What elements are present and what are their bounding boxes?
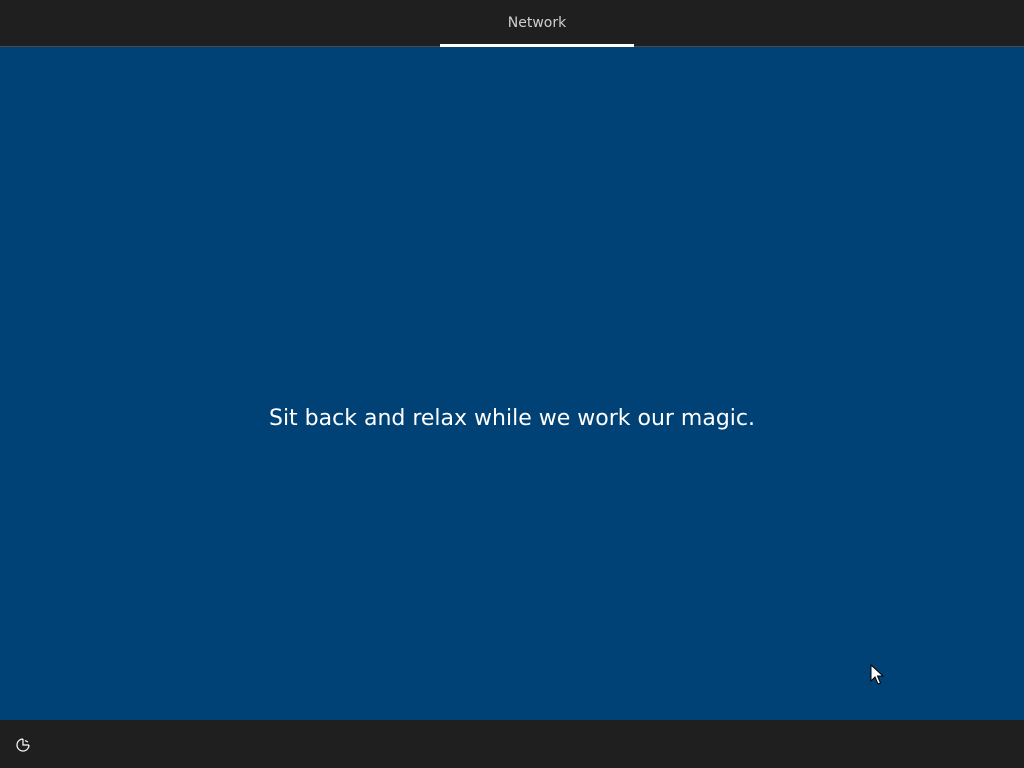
tab-network: Network <box>440 0 634 46</box>
status-message: Sit back and relax while we work our mag… <box>268 406 756 431</box>
top-bar: Network <box>0 0 1024 47</box>
accessibility-icon[interactable] <box>14 736 32 754</box>
tab-network-label: Network <box>507 15 567 31</box>
oobe-screen: Network Sit back and relax while we work… <box>0 0 1024 768</box>
mouse-cursor-icon <box>870 663 885 686</box>
bottom-bar <box>0 720 1024 768</box>
tab-active-indicator <box>440 44 634 47</box>
